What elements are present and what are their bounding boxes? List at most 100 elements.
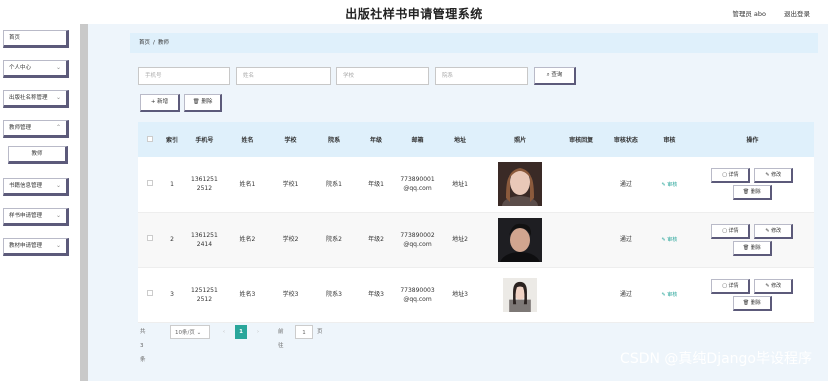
row-checkbox[interactable] [146,235,153,241]
delete-button[interactable]: 🗑 删除 [732,295,772,311]
goto-page-input[interactable]: 1 [295,325,313,339]
main-content: 首页 / 教师 手机号 姓名 学校 院系 ⌕ 查询 + 新增 🗑 删除 索引 手机号… [120,24,828,381]
edit-icon: ✎ [661,236,666,243]
column-header-actions: 操作 [690,122,814,157]
reply-cell [558,212,604,268]
row-select-cell[interactable] [138,157,162,213]
sidebar-item-home[interactable]: 首页 [3,30,69,48]
table-header-row: 索引 手机号 姓名 学校 院系 年级 邮箱 地址 照片 审核回复 审核状态 审核… [138,122,814,157]
edit-button[interactable]: ✎ 修改 [754,278,794,294]
audit-link[interactable]: ✎ 审核 [661,182,677,188]
detail-icon: ▢ [722,282,727,289]
grade-cell: 年级2 [355,212,397,268]
audit-link[interactable]: ✎ 审核 [661,292,677,298]
delete-button-label: 删除 [750,244,761,251]
school-search-input[interactable]: 学校 [336,67,429,85]
select-all-checkbox[interactable] [146,135,153,142]
edit-icon: ✎ [661,291,666,298]
dept-search-input[interactable]: 院系 [435,67,528,85]
row-select-cell[interactable] [138,267,162,323]
detail-button[interactable]: ▢ 详情 [711,168,751,184]
grade-cell: 年级3 [355,267,397,323]
column-header-phone: 手机号 [182,122,227,157]
delete-button[interactable]: 🗑 删除 [732,185,772,201]
chevron-down-icon: ⌄ [55,94,61,101]
address-cell: 地址3 [438,267,482,323]
logout-link[interactable]: 退出登录 [784,8,810,18]
chevron-down-icon: ⌄ [196,330,202,336]
sidebar-item-teacher-management[interactable]: 教师管理 ⌃ [3,120,69,138]
chevron-down-icon: ⌄ [55,64,61,71]
sidebar-item-publisher-management[interactable]: 出版社名称管理 ⌄ [3,90,69,108]
name-cell: 姓名1 [226,157,269,213]
sidebar-scrollbar[interactable] [80,24,88,381]
next-page-button[interactable]: › [252,325,264,339]
teacher-photo [503,277,538,312]
column-header-index: 索引 [161,122,183,157]
row-checkbox[interactable] [146,179,153,186]
detail-button[interactable]: ▢ 详情 [711,278,751,294]
edit-icon: ✎ [765,282,770,289]
search-button-label: 查询 [551,72,563,78]
row-checkbox[interactable] [146,290,153,296]
dept-cell: 院系1 [312,157,356,213]
top-bar: 出版社样书申请管理系统 管理员 abo 退出登录 [0,0,828,24]
page-size-select[interactable]: 10条/页 ⌄ [170,325,210,339]
phone-cell: 13612512512 [182,157,227,213]
prev-page-button[interactable]: ‹ [218,325,230,339]
name-cell: 姓名3 [226,267,269,323]
bulk-delete-button[interactable]: 🗑 删除 [184,94,222,112]
edit-button[interactable]: ✎ 修改 [754,168,794,184]
email-cell: 773890001@qq.com [396,157,439,213]
column-header-address: 地址 [438,122,482,157]
watermark: CSDN @真纯Django毕设程序 [620,351,812,367]
school-cell: 学校3 [268,267,313,323]
sidebar-item-textbook-management[interactable]: 教材申请管理 ⌄ [3,238,69,256]
name-search-input[interactable]: 姓名 [236,67,331,85]
detail-button-label: 详情 [728,282,739,289]
status-cell: 通过 [603,157,649,213]
edit-icon: ✎ [765,172,770,179]
column-header-audit: 审核 [648,122,691,157]
search-button[interactable]: ⌕ 查询 [534,67,576,85]
phone-cell: 13612512414 [182,212,227,268]
actions-cell: ▢ 详情 ✎ 修改 🗑 删除 [690,267,814,323]
teacher-table: 索引 手机号 姓名 学校 院系 年级 邮箱 地址 照片 审核回复 审核状态 审核… [138,122,814,323]
edit-icon: ✎ [661,181,666,188]
sidebar-item-label: 教师 [31,151,43,157]
audit-link-label: 审核 [667,181,678,188]
detail-button[interactable]: ▢ 详情 [711,223,751,239]
breadcrumb-home[interactable]: 首页 [139,40,150,46]
edit-button-label: 修改 [771,172,782,179]
status-cell: 通过 [603,267,649,323]
sidebar-item-sample-book-management[interactable]: 样书申请管理 ⌄ [3,208,69,226]
sidebar-item-personal-center[interactable]: 个人中心 ⌄ [3,60,69,78]
total-count: 共 3 条 [140,329,146,363]
page-number-current[interactable]: 1 [235,325,247,339]
add-button[interactable]: + 新增 [140,94,180,112]
edit-button[interactable]: ✎ 修改 [754,223,794,239]
delete-button[interactable]: 🗑 删除 [732,240,772,256]
column-header-name: 姓名 [226,122,269,157]
sidebar-subitem-teacher[interactable]: 教师 [8,146,68,164]
audit-cell: ✎ 审核 [648,157,691,213]
sidebar-item-book-info-management[interactable]: 书籍信息管理 ⌄ [3,178,69,196]
column-header-school: 学校 [268,122,313,157]
actions-cell: ▢ 详情 ✎ 修改 🗑 删除 [690,212,814,268]
breadcrumb-current: 教师 [157,40,169,46]
edit-button-label: 修改 [771,227,782,234]
breadcrumb: 首页 / 教师 [130,33,818,53]
audit-link[interactable]: ✎ 审核 [661,237,677,243]
detail-button-label: 详情 [728,172,739,179]
sidebar-item-label: 样书申请管理 [9,213,43,219]
detail-button-label: 详情 [728,227,739,234]
email-cell: 773890003@qq.com [396,267,439,323]
sidebar-item-label: 教材申请管理 [9,243,43,249]
address-cell: 地址1 [438,157,482,213]
breadcrumb-separator: / [153,40,155,46]
row-select-cell[interactable] [138,212,162,268]
select-all-cell[interactable] [138,122,162,157]
audit-link-label: 审核 [667,236,678,243]
column-header-photo: 照片 [481,122,559,157]
phone-search-input[interactable]: 手机号 [138,67,230,85]
